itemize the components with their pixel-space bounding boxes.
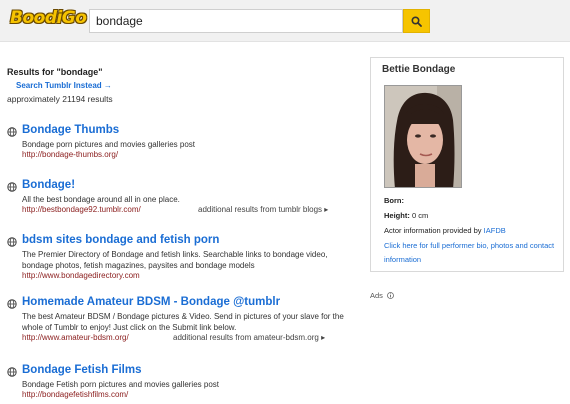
height-row: Height: 0 cm [384, 211, 428, 220]
top-bar: BoodiGo bondage [0, 0, 570, 42]
height-value: 0 cm [411, 211, 429, 220]
result-url[interactable]: http://www.amateur-bdsm.org/ [22, 333, 129, 342]
result-title-link[interactable]: bdsm sites bondage and fetish porn [22, 234, 219, 246]
results-heading: Results for "bondage" [7, 67, 103, 77]
result-description: All the best bondage around all in one p… [22, 195, 180, 204]
performer-photo[interactable] [384, 85, 462, 188]
globe-icon [7, 367, 17, 377]
search-input[interactable]: bondage [89, 9, 403, 33]
result-description: The best Amateur BDSM / Bondage pictures… [22, 312, 344, 332]
search-button[interactable] [403, 9, 430, 33]
result-description: The Premier Directory of Bondage and fet… [22, 250, 328, 270]
full-bio-link[interactable]: Click here for full performer bio, photo… [384, 241, 554, 250]
result-title-link[interactable]: Homemade Amateur BDSM - Bondage @tumblr [22, 296, 280, 308]
ads-text: Ads [370, 291, 383, 300]
results-count: approximately 21194 results [7, 94, 113, 104]
result-title-link[interactable]: Bondage! [22, 179, 75, 191]
globe-icon [7, 127, 17, 137]
performer-name: Bettie Bondage [382, 64, 456, 75]
search-tumblr-link[interactable]: Search Tumblr Instead → [16, 81, 112, 90]
result-description: Bondage Fetish porn pictures and movies … [22, 380, 219, 389]
additional-results-link[interactable]: additional results from amateur-bdsm.org… [173, 333, 325, 342]
provider-text: Actor information provided by [384, 226, 482, 235]
info-icon[interactable] [387, 292, 394, 299]
result-item: Homemade Amateur BDSM - Bondage @tumblr … [7, 296, 357, 348]
globe-icon [7, 237, 17, 247]
boodigo-logo[interactable]: BoodiGo [7, 6, 89, 30]
result-item: Bondage! All the best bondage around all… [7, 179, 357, 219]
result-url[interactable]: http://bondagefetishfilms.com/ [22, 390, 128, 399]
result-item: Bondage Thumbs Bondage porn pictures and… [7, 124, 357, 164]
height-label: Height: [384, 211, 410, 220]
search-icon [411, 15, 422, 27]
provider-row: Actor information provided by IAFDB [384, 226, 506, 235]
globe-icon [7, 299, 17, 309]
portrait-image [385, 86, 461, 187]
performer-panel: Bettie Bondage Born: Height: 0 cm Actor … [370, 57, 564, 272]
result-url[interactable]: http://www.bondagedirectory.com [22, 271, 140, 280]
result-title-link[interactable]: Bondage Thumbs [22, 124, 119, 136]
result-title-link[interactable]: Bondage Fetish Films [22, 364, 142, 376]
full-bio-link-continued[interactable]: information [384, 255, 421, 264]
result-item: Bondage Fetish Films Bondage Fetish porn… [7, 364, 357, 404]
additional-results-link[interactable]: additional results from tumblr blogs ▸ [198, 205, 328, 214]
result-url[interactable]: http://bondage-thumbs.org/ [22, 150, 118, 159]
result-item: bdsm sites bondage and fetish porn The P… [7, 234, 357, 286]
iafdb-link[interactable]: IAFDB [484, 226, 506, 235]
result-description: Bondage porn pictures and movies galleri… [22, 140, 195, 149]
result-url[interactable]: http://bestbondage92.tumblr.com/ [22, 205, 141, 214]
born-label: Born: [384, 196, 404, 205]
globe-icon [7, 182, 17, 192]
ads-label: Ads [370, 291, 394, 300]
